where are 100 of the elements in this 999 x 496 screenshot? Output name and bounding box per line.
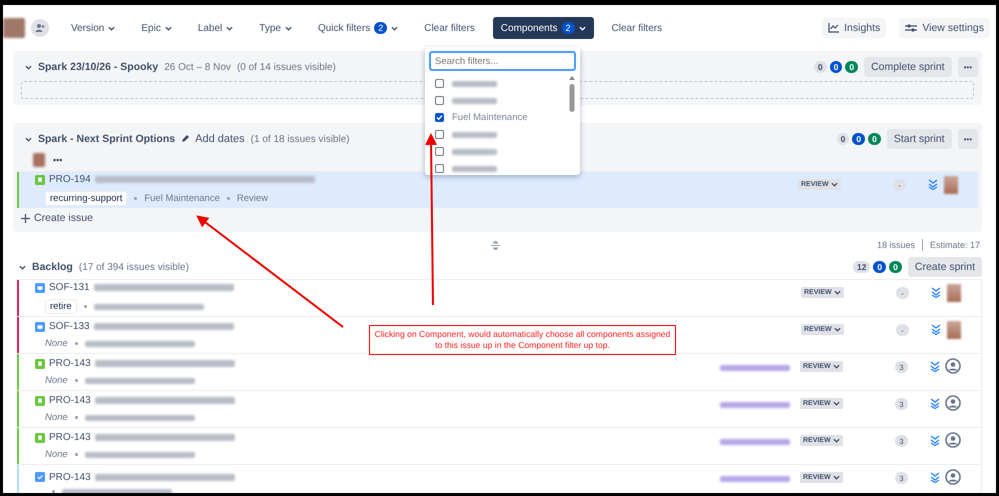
create-sprint-button[interactable]: Create sprint (908, 257, 982, 277)
add-person-icon[interactable] (31, 19, 49, 37)
scrollbar[interactable] (568, 75, 576, 115)
bookmark-icon (35, 174, 45, 184)
clear-filters-link[interactable]: Clear filters (416, 17, 483, 39)
insights-button[interactable]: Insights (822, 18, 886, 38)
more-button[interactable]: ••• (958, 129, 978, 149)
chevron-down-icon (284, 26, 292, 30)
speech-bubble-icon (35, 322, 45, 332)
chart-icon (828, 23, 840, 33)
estimate-total: Estimate: 17 (930, 240, 980, 250)
search-field[interactable]: Search filters... (429, 51, 576, 71)
issue-count-badge: 0 (868, 133, 881, 145)
filter-dropdown[interactable]: Components 2 (492, 17, 594, 39)
sprint-title[interactable]: Spark 23/10/26 - Spooky (38, 61, 158, 73)
filter-dropdown[interactable]: Version (63, 17, 124, 39)
bookmark-icon (35, 358, 45, 368)
avatar-photo (3, 18, 25, 38)
filter-count-badge: 2 (374, 22, 388, 34)
checkbox[interactable] (435, 130, 444, 139)
issue-meta-text[interactable]: Review (236, 193, 268, 204)
issue-key[interactable]: PRO-194 (49, 174, 91, 185)
filter-dropdown[interactable]: Quick filters 2 (310, 17, 406, 39)
chevron-down-icon (25, 64, 32, 70)
chevron-down-icon (226, 26, 234, 30)
chevron-down-icon (108, 26, 116, 30)
checkbox[interactable] (435, 79, 444, 88)
create-issue-button[interactable]: Create issue (21, 212, 93, 224)
sprint-dates: 26 Oct – 8 Nov (164, 62, 231, 72)
visible-count: (1 of 18 issues visible) (250, 134, 350, 144)
complete-sprint-button[interactable]: Complete sprint (864, 57, 952, 77)
checkbox[interactable] (435, 147, 444, 156)
label-placeholder: None (45, 375, 68, 386)
chevron-down-icon (834, 290, 841, 295)
issue-count-badge: 0 (852, 133, 866, 145)
clear-filters-link[interactable]: Clear filters (604, 17, 670, 39)
priority-lowest-icon (930, 435, 940, 446)
issue-count-badge: 0 (836, 133, 850, 145)
issue-count-badge: 0 (830, 61, 842, 73)
filter-option[interactable]: Fuel Maintenance (429, 109, 568, 126)
visible-count: (17 of 394 issues visible) (78, 262, 189, 272)
issue-count-badge: 12 (852, 261, 870, 273)
label-tag: recurring-support (45, 191, 128, 206)
check-square-icon (35, 472, 45, 482)
sliders-icon (905, 23, 918, 33)
chevron-down-icon (391, 26, 398, 30)
chevron-down-icon (19, 264, 26, 270)
priority-lowest-icon (931, 287, 941, 298)
bookmark-icon (35, 396, 45, 406)
chevron-down-icon (164, 26, 172, 30)
checkbox[interactable] (435, 164, 444, 173)
issue-key[interactable]: SOF-131 (49, 282, 90, 293)
start-sprint-button[interactable]: Start sprint (886, 129, 952, 149)
issue-total: 18 issues (876, 240, 915, 250)
issue-key[interactable]: PRO-143 (49, 395, 91, 406)
chevron-down-icon (832, 364, 840, 369)
chevron-down-icon (832, 438, 840, 443)
issue-count-badge: 0 (873, 261, 886, 273)
sprint-title[interactable]: Spark - Next Sprint Options (38, 133, 176, 145)
priority-lowest-icon (928, 179, 938, 190)
issue-count-badge: 0 (814, 61, 827, 73)
priority-lowest-icon (930, 398, 940, 409)
view-settings-button[interactable]: View settings (899, 18, 990, 38)
label-placeholder: None (45, 338, 68, 349)
issue-meta-text[interactable]: Fuel Maintenance (144, 193, 220, 204)
filter-dropdown[interactable]: Label (190, 17, 242, 39)
label-placeholder: None (45, 449, 68, 460)
issue-key[interactable]: PRO-143 (49, 358, 91, 369)
chevron-down-icon (578, 26, 586, 30)
issue-key[interactable]: PRO-143 (49, 472, 91, 482)
backlog-title[interactable]: Backlog (32, 261, 73, 273)
label-placeholder: None (45, 412, 68, 423)
visible-count: (0 of 14 issues visible) (236, 62, 336, 72)
filter-dropdown[interactable]: Type (251, 17, 300, 39)
plus-icon (21, 214, 30, 222)
chevron-down-icon (832, 475, 840, 480)
issue-key[interactable]: SOF-133 (49, 321, 90, 332)
drag-handle-icon[interactable] (491, 240, 500, 250)
speech-bubble-icon (35, 282, 45, 292)
more-members-button[interactable]: ••• (53, 155, 62, 165)
checkbox[interactable] (435, 113, 444, 122)
add-dates-button[interactable]: Add dates (195, 133, 245, 145)
label-tag: retire (45, 299, 77, 314)
priority-lowest-icon (930, 472, 940, 483)
chevron-down-icon (25, 136, 32, 142)
pencil-icon (181, 135, 190, 143)
more-button[interactable]: ••• (958, 57, 978, 77)
avatar-photo (33, 153, 45, 167)
filter-dropdown[interactable]: Epic (133, 17, 180, 39)
priority-lowest-icon (931, 324, 941, 335)
issue-count-badge: 0 (845, 61, 858, 73)
chevron-down-icon (832, 401, 840, 406)
priority-lowest-icon (930, 361, 940, 372)
annotation-callout: Clicking on Component, would automatically choose all components assigned to this issue up in the Component filter up top. (369, 325, 676, 355)
bookmark-icon (35, 432, 45, 442)
chevron-down-icon (834, 327, 841, 332)
issue-key[interactable]: PRO-143 (49, 432, 91, 443)
issue-count-badge: 0 (889, 261, 902, 273)
filter-count-badge: 2 (562, 22, 575, 34)
checkbox[interactable] (435, 96, 444, 105)
